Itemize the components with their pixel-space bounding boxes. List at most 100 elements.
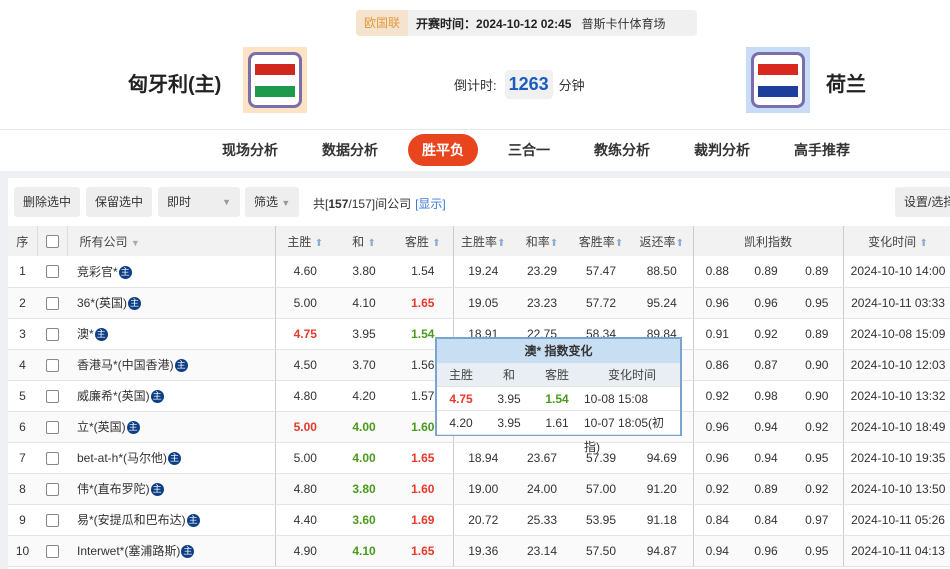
odds-cell[interactable]: 1.60: [393, 473, 454, 505]
odds-cell[interactable]: 4.60: [275, 256, 335, 288]
odds-cell[interactable]: 4.20: [335, 380, 393, 412]
odds-cell[interactable]: 1.65: [393, 287, 454, 319]
company-cell[interactable]: Interwet*(塞浦路斯) 主: [67, 535, 276, 567]
company-name[interactable]: Interwet*(塞浦路斯): [77, 544, 180, 558]
rate-cell: 20.72: [453, 504, 513, 536]
col-home[interactable]: 主胜 ⬆: [275, 226, 335, 256]
row-select[interactable]: [37, 349, 67, 381]
main-badge-icon: 主: [126, 421, 140, 435]
tab-0[interactable]: 现场分析: [200, 134, 300, 166]
row-select[interactable]: [37, 442, 67, 474]
row-checkbox[interactable]: [45, 389, 59, 403]
tab-1[interactable]: 数据分析: [300, 134, 400, 166]
row-seq: 3: [8, 318, 37, 350]
company-cell[interactable]: bet-at-h*(马尔他) 主: [67, 442, 276, 474]
company-cell[interactable]: 伟*(直布罗陀) 主: [67, 473, 276, 505]
col-away[interactable]: 客胜 ⬆: [393, 226, 454, 256]
row-checkbox[interactable]: [45, 296, 59, 310]
odds-cell[interactable]: 4.80: [275, 473, 335, 505]
odds-cell[interactable]: 4.10: [335, 287, 393, 319]
filter-button[interactable]: 筛选 ▼: [245, 187, 300, 217]
odds-cell[interactable]: 3.80: [335, 473, 393, 505]
tab-4[interactable]: 教练分析: [572, 134, 672, 166]
change-time-cell: 2024-10-10 13:50: [843, 473, 950, 505]
row-checkbox[interactable]: [45, 327, 59, 341]
mode-select[interactable]: 即时 ▼: [158, 187, 240, 217]
company-cell[interactable]: 澳* 主: [67, 318, 276, 350]
odds-cell[interactable]: 1.65: [393, 442, 454, 474]
change-time-cell: 2024-10-10 19:35: [843, 442, 950, 474]
odds-cell[interactable]: 5.00: [275, 287, 335, 319]
delete-selected-button[interactable]: 删除选中: [14, 187, 81, 217]
col-away-rate[interactable]: 客胜率⬆: [571, 226, 631, 256]
odds-cell[interactable]: 4.00: [335, 411, 393, 443]
odds-cell[interactable]: 4.75: [275, 318, 335, 350]
company-name[interactable]: bet-at-h*(马尔他): [77, 451, 167, 465]
company-name[interactable]: 香港马*(中国香港): [77, 358, 174, 372]
odds-cell[interactable]: 3.80: [335, 256, 393, 288]
company-name[interactable]: 威廉希*(英国): [77, 389, 150, 403]
home-team-name[interactable]: 匈牙利(主): [128, 68, 221, 97]
company-cell[interactable]: 易*(安提瓜和巴布达) 主: [67, 504, 276, 536]
row-checkbox[interactable]: [45, 265, 59, 279]
odds-cell[interactable]: 4.50: [275, 349, 335, 381]
odds-cell[interactable]: 5.00: [275, 442, 335, 474]
odds-cell[interactable]: 4.90: [275, 535, 335, 567]
odds-cell[interactable]: 3.95: [335, 318, 393, 350]
row-select[interactable]: [37, 256, 67, 288]
league-label[interactable]: 欧国联: [356, 10, 409, 36]
company-name[interactable]: 易*(安提瓜和巴布达): [77, 513, 186, 527]
row-select[interactable]: [37, 535, 67, 567]
row-checkbox[interactable]: [45, 451, 59, 465]
company-name[interactable]: 36*(英国): [77, 296, 127, 310]
odds-cell[interactable]: 1.65: [393, 535, 454, 567]
col-company[interactable]: 所有公司 ▼: [67, 226, 276, 256]
company-cell[interactable]: 竞彩官* 主: [67, 256, 276, 288]
company-cell[interactable]: 威廉希*(英国) 主: [67, 380, 276, 412]
col-select-all[interactable]: [37, 226, 68, 256]
odds-cell[interactable]: 1.69: [393, 504, 454, 536]
show-link[interactable]: [显示]: [415, 197, 446, 211]
company-cell[interactable]: 36*(英国) 主: [67, 287, 276, 319]
row-checkbox[interactable]: [45, 358, 59, 372]
row-select[interactable]: [37, 411, 67, 443]
away-team-flag[interactable]: [746, 47, 810, 113]
tab-3[interactable]: 三合一: [486, 134, 572, 166]
odds-cell[interactable]: 4.10: [335, 535, 393, 567]
company-cell[interactable]: 立*(英国) 主: [67, 411, 276, 443]
odds-cell[interactable]: 3.70: [335, 349, 393, 381]
col-home-rate[interactable]: 主胜率⬆: [453, 226, 513, 256]
odds-cell[interactable]: 4.00: [335, 442, 393, 474]
keep-selected-button[interactable]: 保留选中: [86, 187, 153, 217]
odds-cell[interactable]: 4.40: [275, 504, 335, 536]
company-cell[interactable]: 香港马*(中国香港) 主: [67, 349, 276, 381]
col-return-rate[interactable]: 返还率⬆: [631, 226, 694, 256]
tab-6[interactable]: 高手推荐: [772, 134, 872, 166]
odds-cell[interactable]: 1.54: [393, 256, 454, 288]
odds-cell[interactable]: 4.80: [275, 380, 335, 412]
row-checkbox[interactable]: [45, 482, 59, 496]
row-checkbox[interactable]: [45, 513, 59, 527]
row-select[interactable]: [37, 380, 67, 412]
settings-button[interactable]: 设置/选择: [895, 187, 950, 217]
company-name[interactable]: 立*(英国): [77, 420, 126, 434]
home-team-flag[interactable]: [243, 47, 307, 113]
odds-cell[interactable]: 3.60: [335, 504, 393, 536]
select-all-checkbox[interactable]: [45, 235, 59, 249]
company-name[interactable]: 伟*(直布罗陀): [77, 482, 150, 496]
company-name[interactable]: 竞彩官*: [77, 265, 118, 279]
row-checkbox[interactable]: [45, 544, 59, 558]
away-team-name[interactable]: 荷兰: [826, 68, 866, 97]
company-name[interactable]: 澳*: [77, 327, 94, 341]
row-checkbox[interactable]: [45, 420, 59, 434]
row-select[interactable]: [37, 318, 67, 350]
row-select[interactable]: [37, 287, 67, 319]
odds-cell[interactable]: 5.00: [275, 411, 335, 443]
row-select[interactable]: [37, 473, 67, 505]
col-change-time[interactable]: 变化时间 ⬆: [843, 226, 950, 256]
tab-2[interactable]: 胜平负: [408, 134, 478, 166]
tab-5[interactable]: 裁判分析: [672, 134, 772, 166]
col-draw-rate[interactable]: 和率⬆: [513, 226, 571, 256]
row-select[interactable]: [37, 504, 67, 536]
col-draw[interactable]: 和 ⬆: [335, 226, 393, 256]
